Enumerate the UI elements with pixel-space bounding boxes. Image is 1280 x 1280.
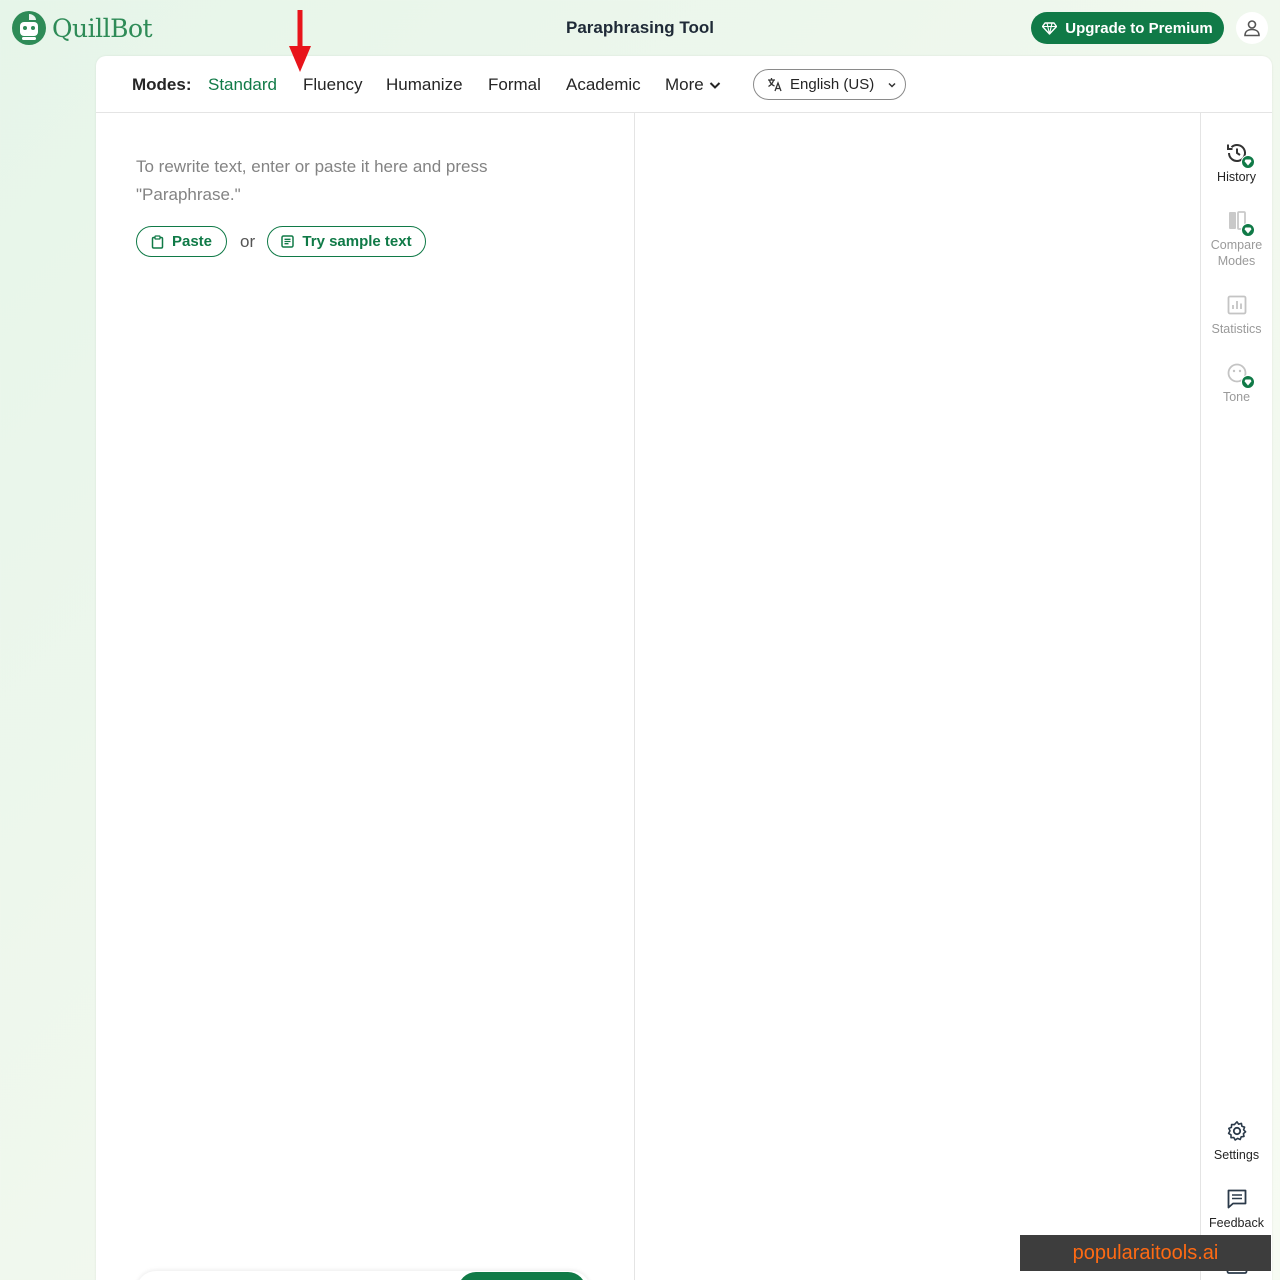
annotation-arrow bbox=[289, 10, 311, 72]
gear-icon bbox=[1227, 1121, 1246, 1141]
feedback-icon bbox=[1227, 1189, 1246, 1209]
watermark: popularaitools.ai bbox=[1020, 1235, 1271, 1271]
clipboard-icon bbox=[151, 234, 164, 249]
try-sample-text-button[interactable]: Try sample text bbox=[267, 226, 426, 257]
gem-icon bbox=[1042, 21, 1058, 35]
sidebar-item-settings[interactable]: Settings bbox=[1201, 1119, 1272, 1163]
premium-gem-icon bbox=[1240, 375, 1255, 389]
account-button[interactable] bbox=[1236, 12, 1268, 44]
translate-icon bbox=[768, 78, 782, 92]
statistics-icon bbox=[1227, 295, 1246, 315]
paste-label: Paste bbox=[171, 233, 213, 250]
mode-tab-standard[interactable]: Standard bbox=[208, 75, 277, 95]
mode-tab-academic[interactable]: Academic bbox=[566, 75, 641, 95]
more-label: More bbox=[665, 75, 704, 94]
top-bar: QuillBot Paraphrasing Tool Upgrade to Pr… bbox=[0, 0, 1280, 56]
paste-button[interactable]: Paste bbox=[136, 226, 227, 257]
sidebar-item-label: Statistics bbox=[1211, 322, 1262, 336]
more-modes-dropdown[interactable]: More bbox=[665, 75, 722, 95]
mode-tab-formal[interactable]: Formal bbox=[488, 75, 541, 95]
mode-tab-humanize[interactable]: Humanize bbox=[386, 75, 463, 95]
sidebar-item-label: History bbox=[1217, 170, 1256, 184]
sidebar-item-label: Tone bbox=[1222, 390, 1251, 404]
premium-gem-icon bbox=[1240, 155, 1255, 169]
user-icon bbox=[1244, 20, 1260, 37]
input-text-area[interactable]: To rewrite text, enter or paste it here … bbox=[136, 153, 526, 209]
or-separator: or bbox=[240, 232, 256, 251]
mode-tab-fluency[interactable]: Fluency bbox=[303, 75, 363, 95]
sidebar-item-label: Feedback bbox=[1209, 1216, 1264, 1230]
premium-gem-icon bbox=[1240, 223, 1255, 237]
sidebar-item-tone[interactable]: Tone bbox=[1201, 361, 1272, 405]
sidebar-divider bbox=[1200, 113, 1201, 1280]
sidebar-item-statistics[interactable]: Statistics bbox=[1201, 293, 1272, 337]
upgrade-to-premium-button[interactable]: Upgrade to Premium bbox=[1031, 12, 1224, 44]
modes-label: Modes: bbox=[132, 75, 192, 94]
sidebar-item-label: Compare Modes bbox=[1210, 238, 1263, 268]
upgrade-label: Upgrade to Premium bbox=[1065, 19, 1213, 37]
sidebar-item-history[interactable]: History bbox=[1201, 141, 1272, 185]
sample-text-label: Try sample text bbox=[302, 233, 412, 250]
modes-bar: Modes: Standard Fluency Humanize Formal … bbox=[96, 56, 1272, 113]
language-select[interactable]: English (US) bbox=[753, 69, 906, 100]
sidebar-item-compare-modes[interactable]: Compare Modes bbox=[1201, 209, 1272, 269]
paraphraser-card: Modes: Standard Fluency Humanize Formal … bbox=[96, 56, 1272, 1280]
language-label: English (US) bbox=[790, 76, 875, 93]
chevron-down-icon bbox=[888, 82, 896, 88]
sidebar-item-label: Settings bbox=[1213, 1148, 1260, 1162]
paraphrase-button[interactable] bbox=[458, 1272, 586, 1280]
output-panel bbox=[635, 113, 1200, 1280]
chevron-down-icon bbox=[709, 82, 720, 89]
document-icon bbox=[281, 235, 295, 248]
sidebar-item-feedback[interactable]: Feedback bbox=[1201, 1187, 1272, 1231]
